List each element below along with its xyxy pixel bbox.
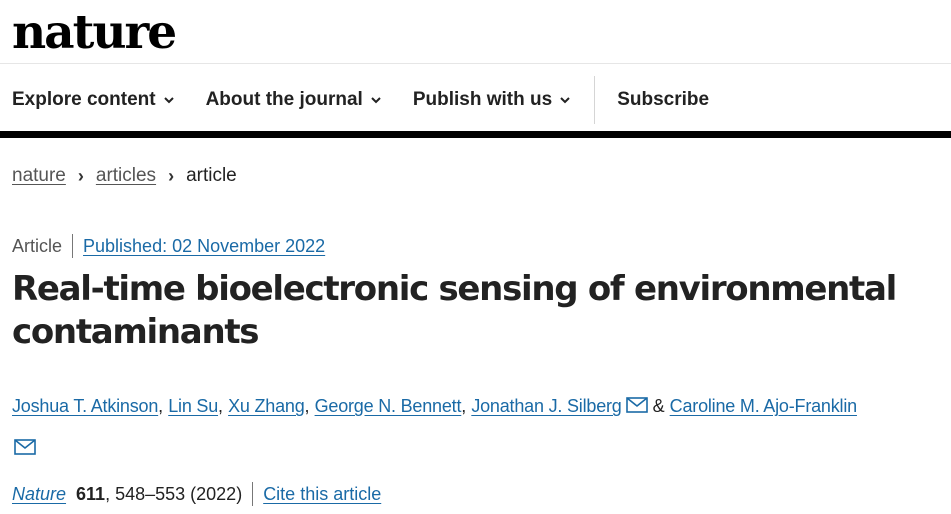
author-separator: , (304, 396, 310, 416)
nav-subscribe-label: Subscribe (617, 89, 710, 110)
nav-subscribe[interactable]: Subscribe (617, 72, 709, 128)
published-date-link[interactable]: Published: 02 November 2022 (83, 236, 325, 257)
chevron-down-icon (163, 97, 174, 104)
breadcrumb-articles[interactable]: articles (96, 165, 156, 187)
nav-separator (594, 76, 596, 124)
breadcrumb-current: article (186, 165, 237, 186)
nav-explore-content[interactable]: Explore content (12, 72, 174, 128)
chevron-right-icon: › (168, 165, 175, 186)
breadcrumb: nature › articles › article (12, 165, 237, 187)
chevron-right-icon: › (77, 165, 84, 186)
site-logo[interactable]: nature (12, 4, 177, 62)
journal-link[interactable]: Nature (12, 484, 66, 505)
author-link[interactable]: Lin Su (168, 396, 218, 416)
nav-about-label: About the journal (205, 89, 363, 110)
main-nav: Explore content About the journal Publis… (0, 72, 951, 128)
article-type: Article (12, 235, 63, 256)
author-separator: , (461, 396, 467, 416)
article-title: Real-time bioelectronic sensing of envir… (12, 269, 897, 352)
mail-icon[interactable] (14, 439, 36, 455)
mail-icon[interactable] (625, 397, 648, 413)
author-list: Joshua T. Atkinson, Lin Su, Xu Zhang, Ge… (12, 385, 947, 469)
nav-publish-with-us[interactable]: Publish with us (413, 72, 570, 128)
author-link[interactable]: Jonathan J. Silberg (471, 396, 622, 416)
author-link[interactable]: Xu Zhang (228, 396, 305, 416)
header-divider (0, 63, 951, 64)
nav-explore-label: Explore content (12, 89, 156, 110)
author-link[interactable]: Joshua T. Atkinson (12, 396, 158, 416)
cite-this-article-link[interactable]: Cite this article (263, 484, 381, 505)
pages-year: , 548–553 (2022) (105, 483, 243, 504)
breadcrumb-home[interactable]: nature (12, 165, 66, 187)
meta-divider (72, 234, 74, 258)
nav-about-journal[interactable]: About the journal (206, 72, 381, 128)
author-separator: , (218, 396, 224, 416)
nav-publish-label: Publish with us (412, 89, 553, 110)
chevron-down-icon (560, 97, 570, 104)
author-link[interactable]: Caroline M. Ajo-Franklin (670, 396, 857, 416)
author-separator: , (158, 396, 164, 416)
article-meta: Article Published: 02 November 2022 (12, 234, 325, 258)
author-ampersand: & (652, 396, 665, 416)
author-link[interactable]: George N. Bennett (315, 396, 462, 416)
citation-line: Nature 611 , 548–553 (2022) Cite this ar… (12, 482, 381, 506)
cite-divider (252, 482, 254, 506)
nav-rule (0, 131, 951, 138)
chevron-down-icon (371, 97, 381, 104)
journal-volume: 611 (76, 483, 106, 504)
